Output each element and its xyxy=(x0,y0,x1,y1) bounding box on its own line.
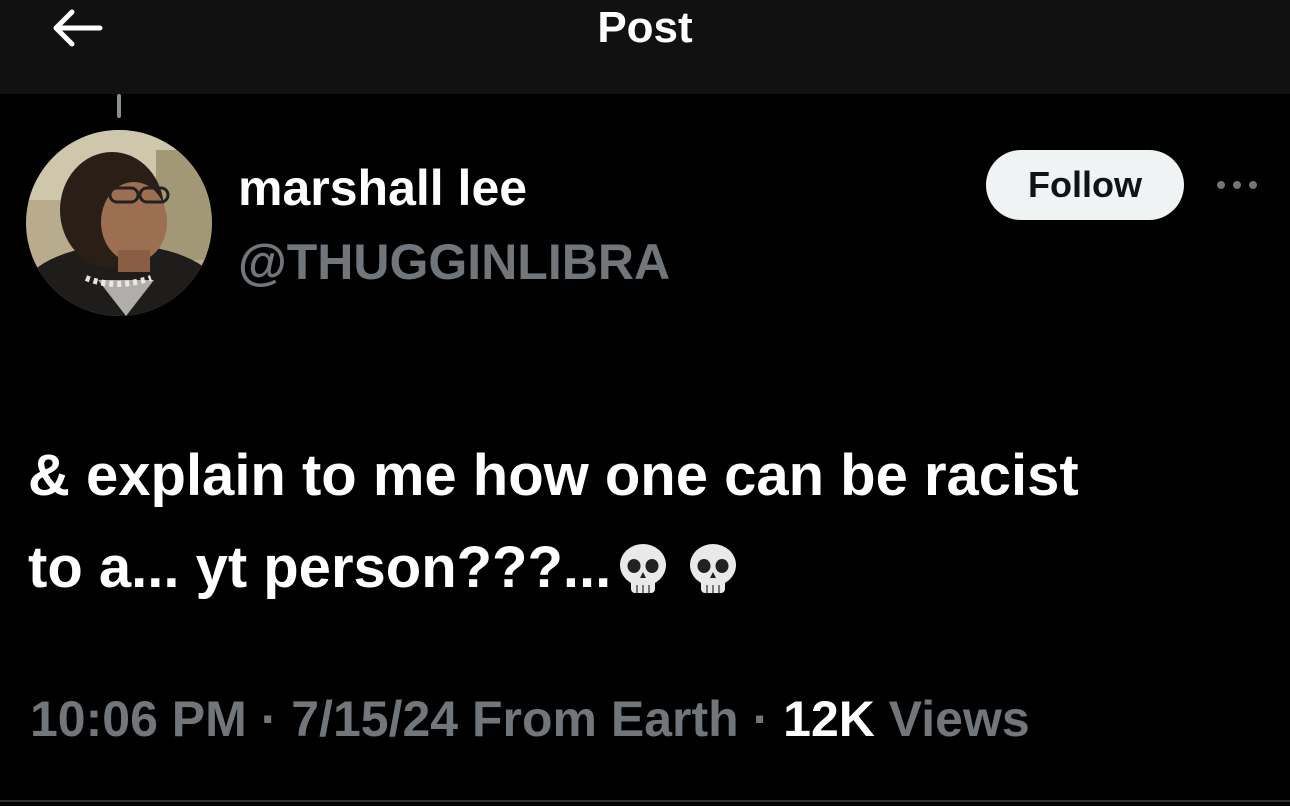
views-count[interactable]: 12K xyxy=(783,691,875,747)
post-date[interactable]: 7/15/24 xyxy=(291,691,458,747)
meta-separator: · xyxy=(260,691,278,747)
page-title: Post xyxy=(597,3,693,52)
post-text-line-1: & explain to me how one can be racist xyxy=(28,443,1079,508)
post-detail-page: Post marshall lee @THUGGINLIBRA Follow &… xyxy=(0,0,1290,806)
author-handle[interactable]: @THUGGINLIBRA xyxy=(238,232,670,292)
post-source: From Earth xyxy=(471,691,739,747)
avatar-image xyxy=(26,130,212,316)
avatar[interactable] xyxy=(26,130,212,316)
follow-button[interactable]: Follow xyxy=(986,150,1184,220)
more-horizontal-icon xyxy=(1217,181,1257,189)
post-time[interactable]: 10:06 PM xyxy=(30,691,247,747)
divider xyxy=(0,800,1290,802)
top-app-bar: Post xyxy=(0,0,1290,94)
skull-emoji xyxy=(620,544,667,593)
skull-emoji xyxy=(690,544,737,593)
post-text: & explain to me how one can be racist to… xyxy=(28,430,1268,614)
thread-connector-line xyxy=(117,94,121,118)
meta-separator: · xyxy=(752,691,770,747)
post-text-line-2: to a... yt person???... xyxy=(28,522,1268,614)
author-display-name[interactable]: marshall lee xyxy=(238,160,527,216)
more-options-button[interactable] xyxy=(1212,168,1262,202)
post-metadata: 10:06 PM · 7/15/24 From Earth · 12K View… xyxy=(30,684,1030,754)
views-label: Views xyxy=(888,691,1030,747)
post-text-line-2-text: to a... yt person???... xyxy=(28,535,612,600)
